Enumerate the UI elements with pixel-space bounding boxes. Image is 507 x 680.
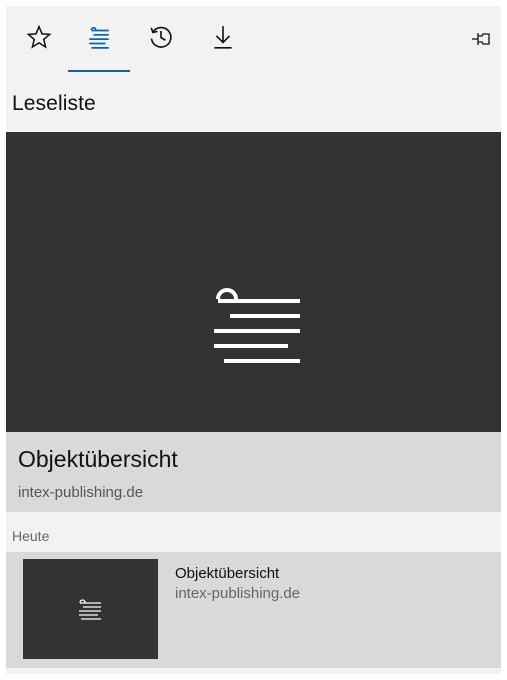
- list-item-title: Objektübersicht: [175, 565, 280, 582]
- reading-list-icon: [79, 599, 101, 620]
- tab-favorites[interactable]: [8, 16, 70, 72]
- tab-downloads[interactable]: [192, 16, 254, 72]
- tab-history[interactable]: [130, 16, 192, 72]
- list-item-domain: intex-publishing.de: [175, 585, 301, 602]
- pin-icon: [472, 33, 490, 45]
- section-title: Leseliste: [12, 92, 96, 115]
- reading-list-icon: [214, 288, 300, 363]
- featured-item-title: Objektübersicht: [18, 446, 178, 472]
- list-item-thumbnail: [23, 559, 158, 659]
- featured-item-caption[interactable]: Objektübersicht intex-publishing.de: [6, 432, 501, 512]
- hub-panel: Leseliste Objektübersicht intex-publishi…: [6, 6, 501, 674]
- tab-reading-list[interactable]: [68, 16, 130, 72]
- list-item[interactable]: Objektübersicht intex-publishing.de: [6, 552, 501, 668]
- reading-list-icon: [89, 26, 109, 49]
- star-icon: [26, 24, 52, 49]
- hub-toolbar: [6, 6, 501, 78]
- group-label-today: Heute: [12, 528, 50, 544]
- history-icon: [150, 26, 172, 48]
- pin-button[interactable]: [465, 22, 499, 56]
- featured-item-domain: intex-publishing.de: [18, 484, 144, 501]
- featured-item-thumbnail[interactable]: [6, 132, 501, 432]
- download-icon: [214, 26, 232, 49]
